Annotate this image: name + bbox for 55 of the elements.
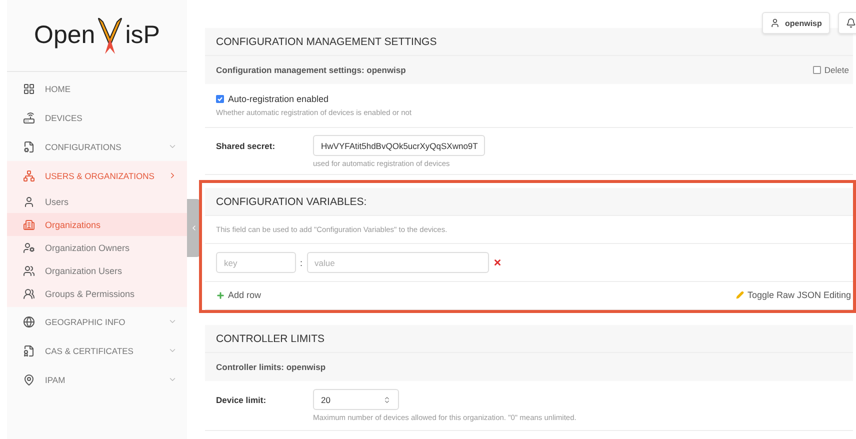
device-limit-field[interactable]: 20	[313, 389, 399, 410]
sidebar-subitem[interactable]: Organizations	[7, 213, 187, 236]
plus-icon	[216, 290, 225, 300]
collapse-handle[interactable]	[187, 199, 200, 257]
section-header: CONFIGURATION MANAGEMENT SETTINGS	[205, 28, 853, 56]
menu-icon	[23, 112, 35, 124]
section-header: CONTROLLER LIMITS	[205, 325, 853, 353]
checkbox[interactable]	[216, 95, 224, 103]
menu-icon	[23, 218, 35, 230]
menu-icon	[23, 140, 35, 152]
separator: :	[300, 258, 303, 268]
sidebar-item[interactable]: CAS & CERTIFICATES	[7, 336, 187, 365]
logo-text: Open	[34, 21, 96, 50]
user-icon	[770, 18, 780, 28]
subsection-title: Configuration management settings: openwisp	[216, 65, 406, 75]
key-field[interactable]: key	[216, 252, 296, 273]
add-row-link[interactable]: Add row	[216, 290, 262, 300]
sidebar-item[interactable]: DEVICES	[7, 103, 187, 132]
subsection-header: Controller limits: openwisp	[205, 353, 853, 381]
sidebar-item[interactable]: HOME	[7, 74, 187, 103]
bell-icon	[846, 18, 856, 28]
pencil-icon	[736, 291, 744, 299]
chevron-icon	[168, 171, 177, 180]
menu-icon	[23, 344, 35, 356]
remove-icon[interactable]	[492, 258, 502, 267]
menu-icon	[23, 242, 35, 254]
menu-icon	[23, 196, 35, 208]
checkbox-label: Auto-registration enabled	[228, 94, 329, 104]
sidebar-item[interactable]: IPAM	[7, 365, 187, 394]
sidebar-subitem[interactable]: Organization Users	[7, 259, 187, 282]
menu-icon	[23, 374, 35, 386]
chevron-icon	[168, 375, 177, 384]
chevron-icon	[168, 142, 177, 151]
menu-icon	[23, 288, 35, 300]
field-label: Shared secret:	[216, 140, 276, 151]
menu-icon	[23, 316, 35, 328]
field-label: Device limit:	[216, 394, 268, 405]
sidebar-subitem[interactable]: Organization Owners	[7, 236, 187, 259]
toggle-json-link[interactable]: Toggle Raw JSON Editing	[736, 290, 851, 300]
chevron-icon	[168, 317, 177, 326]
sidebar-item[interactable]: GEOGRAPHIC INFO	[7, 307, 187, 336]
menu-icon	[23, 264, 35, 276]
logo-text: isP	[125, 21, 160, 50]
section-header: CONFIGURATION VARIABLES:	[205, 188, 853, 216]
spinner-icon[interactable]	[383, 396, 391, 404]
menu-icon	[23, 170, 35, 182]
chevron-icon	[168, 346, 177, 355]
delete-checkbox[interactable]: Delete	[813, 65, 849, 75]
user-button[interactable]: openwisp	[762, 12, 830, 34]
sidebar-subitem[interactable]: Users	[7, 190, 187, 213]
menu-icon	[23, 82, 35, 94]
value-field[interactable]: value	[306, 252, 489, 273]
sidebar-item[interactable]: CONFIGURATIONS	[7, 132, 187, 161]
sidebar-subitem[interactable]: Groups & Permissions	[7, 282, 187, 305]
shared-secret-field[interactable]: HwVYFAtit5hdBvQOk5ucrXyQqSXwno9T	[313, 135, 485, 156]
